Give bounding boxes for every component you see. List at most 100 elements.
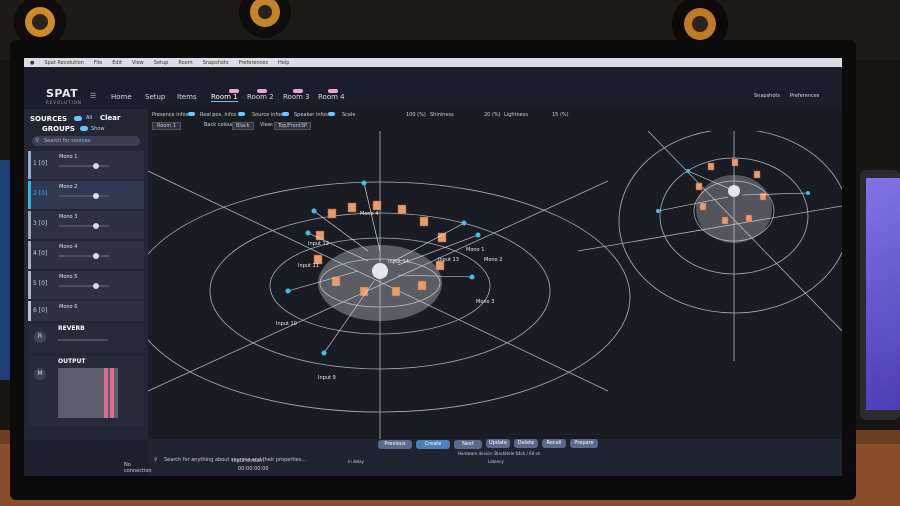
- source-row-1[interactable]: 1 [0] Mono 1: [28, 151, 144, 179]
- menu-item-view[interactable]: View: [132, 60, 144, 66]
- search-anything-icon: ⚲: [154, 457, 158, 463]
- reverb-slider[interactable]: [58, 339, 108, 341]
- source-index: 1 [0]: [33, 160, 48, 167]
- speaker-cube: [419, 216, 429, 227]
- output-meter: [58, 368, 118, 418]
- scene-label: Input 13: [438, 257, 459, 263]
- tab-room-1[interactable]: Room 1: [211, 93, 238, 102]
- source-index: 3 [0]: [33, 220, 48, 227]
- source-row-6[interactable]: 6 [0] Mono 6: [28, 301, 144, 321]
- room-view: Presence infos Real pos. infos Source in…: [148, 109, 842, 439]
- scene-label: Mono 1: [466, 247, 485, 253]
- previous-button[interactable]: Previous: [378, 440, 412, 449]
- speaker-cube: [753, 170, 761, 179]
- room-3d-view[interactable]: [148, 131, 842, 439]
- shininess-value: 20 (%): [484, 112, 501, 118]
- tab-room-2[interactable]: Room 2: [247, 93, 274, 101]
- source-gain-slider[interactable]: [59, 163, 109, 169]
- menu-bar: ● Spat Revolution File Edit View Setup R…: [24, 58, 842, 67]
- groups-toggle[interactable]: [80, 126, 88, 131]
- menu-item-room[interactable]: Room: [178, 60, 192, 66]
- tab-items[interactable]: Items: [177, 93, 197, 101]
- top-navigation: SPAT REVOLUTION ☰ Home Setup Items Room …: [24, 67, 842, 109]
- snapshots-link[interactable]: Snapshots: [754, 93, 780, 99]
- tab-room-4[interactable]: Room 4: [318, 93, 345, 101]
- logo-title: SPAT: [46, 87, 79, 100]
- listener-head-icon: [372, 263, 388, 279]
- speaker-infos-toggle[interactable]: [328, 112, 335, 116]
- output-m-button[interactable]: M: [34, 368, 46, 380]
- timecode-display: 00:00:00:00: [238, 466, 269, 472]
- view-select[interactable]: Top/Front3P: [274, 122, 311, 130]
- menu-item-file[interactable]: File: [94, 60, 102, 66]
- latency-label: Latency: [488, 459, 504, 464]
- menu-item-preferences[interactable]: Preferences: [239, 60, 268, 66]
- search-sources-input[interactable]: ⚲ Search for sources: [32, 136, 140, 146]
- speaker-cube: [417, 280, 427, 291]
- reverb-r-button[interactable]: R: [34, 331, 46, 343]
- source-row-5[interactable]: 5 [0] Mono 5: [28, 271, 144, 299]
- scene-label: Input 12: [308, 241, 329, 247]
- room-1-badge: [229, 89, 239, 93]
- slider-knob[interactable]: [93, 223, 99, 229]
- apple-icon[interactable]: ●: [30, 60, 34, 66]
- menu-item-app[interactable]: Spat Revolution: [44, 60, 83, 66]
- menu-item-edit[interactable]: Edit: [112, 60, 122, 66]
- tablet-screen: [866, 178, 900, 410]
- menu-item-help[interactable]: Help: [278, 60, 289, 66]
- tab-setup[interactable]: Setup: [145, 93, 165, 101]
- speaker-cube: [327, 208, 337, 219]
- scene-label: Input 14: [388, 259, 409, 265]
- menu-item-setup[interactable]: Setup: [154, 60, 169, 66]
- source-dot: [461, 220, 467, 226]
- recall-button[interactable]: Recall: [542, 439, 566, 448]
- slider-knob[interactable]: [93, 163, 99, 169]
- shininess-label: Shininess: [430, 112, 454, 118]
- delete-button[interactable]: Delete: [514, 439, 538, 448]
- source-gain-slider[interactable]: [59, 253, 109, 259]
- output-panel: M OUTPUT: [28, 356, 144, 426]
- tab-home[interactable]: Home: [111, 93, 132, 101]
- presence-infos-toggle[interactable]: [188, 112, 195, 116]
- source-row-3[interactable]: 3 [0] Mono 3: [28, 211, 144, 239]
- speaker-cube: [731, 158, 739, 167]
- output-meter-bar: [110, 368, 114, 418]
- scene-label: Mono 3: [476, 299, 495, 305]
- speaker-cube: [707, 162, 715, 171]
- hamburger-icon[interactable]: ☰: [90, 92, 96, 100]
- view-label: View:: [260, 122, 274, 128]
- clear-button[interactable]: Clear: [100, 114, 120, 122]
- source-row-4[interactable]: 4 [0] Mono 4: [28, 241, 144, 269]
- sources-heading: SOURCES: [30, 115, 68, 123]
- slider-knob[interactable]: [93, 283, 99, 289]
- real-pos-infos-toggle[interactable]: [238, 112, 245, 116]
- logo-subtitle: REVOLUTION: [46, 100, 82, 105]
- speaker-cube: [695, 182, 703, 191]
- source-gain-slider[interactable]: [59, 283, 109, 289]
- source-name: Mono 4: [59, 244, 78, 250]
- slider-knob[interactable]: [93, 253, 99, 259]
- back-colour-select[interactable]: Black: [232, 122, 254, 130]
- create-button[interactable]: Create: [416, 440, 450, 449]
- prepare-button[interactable]: Prepare: [570, 439, 598, 448]
- source-infos-toggle[interactable]: [282, 112, 289, 116]
- source-row-2[interactable]: 2 [0] Mono 2: [28, 181, 144, 209]
- source-index: 6 [0]: [33, 307, 48, 314]
- next-button[interactable]: Next: [454, 440, 482, 449]
- all-toggle[interactable]: [74, 116, 82, 121]
- update-button[interactable]: Update: [486, 439, 510, 448]
- source-gain-slider[interactable]: [59, 193, 109, 199]
- preferences-link[interactable]: Preferences: [790, 93, 819, 99]
- source-gain-slider[interactable]: [59, 223, 109, 229]
- room-4-badge: [328, 89, 338, 93]
- room-select[interactable]: Room 1: [152, 122, 182, 130]
- tab-room-3[interactable]: Room 3: [283, 93, 310, 101]
- source-dot: [321, 350, 327, 356]
- speaker-cube: [721, 216, 729, 225]
- source-dot: [285, 288, 291, 294]
- source-dot: [361, 180, 367, 186]
- slider-knob[interactable]: [93, 193, 99, 199]
- source-name: Mono 1: [59, 154, 78, 160]
- menu-item-snapshots[interactable]: Snapshots: [203, 60, 229, 66]
- source-index: 4 [0]: [33, 250, 48, 257]
